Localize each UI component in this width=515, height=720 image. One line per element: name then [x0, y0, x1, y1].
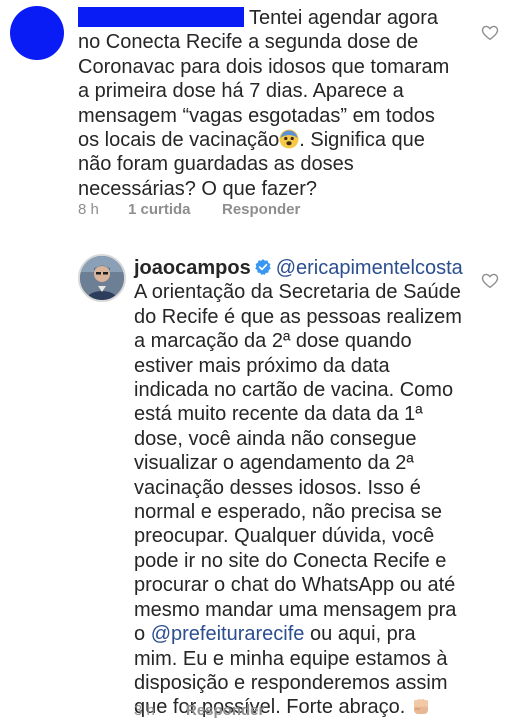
comment-meta: 3 h Responder: [134, 702, 264, 719]
heart-outline-icon[interactable]: [481, 24, 499, 42]
redacted-username[interactable]: [78, 7, 244, 27]
heart-outline-icon[interactable]: [481, 272, 499, 290]
mention-link[interactable]: @ericapimentelcosta: [276, 257, 463, 279]
comment-text-part-1: A orientação da Secretaria de Saúde do R…: [134, 281, 462, 646]
profile-photo-icon: [80, 256, 124, 300]
comment-time: 8 h: [78, 201, 99, 218]
username-link[interactable]: joaocampos: [134, 257, 251, 279]
user-avatar[interactable]: [10, 6, 64, 60]
likes-count-link[interactable]: 1 curtida: [128, 201, 222, 218]
comment-meta: 8 h 1 curtida Responder: [78, 201, 300, 218]
comment-body: Tentei agendar agora no Conecta Recife a…: [78, 6, 458, 201]
comment-body: joaocampos @ericapimentelcosta A orienta…: [134, 256, 464, 720]
reply-button[interactable]: Responder: [222, 201, 300, 218]
comment-time: 3 h: [134, 702, 155, 719]
reply-button[interactable]: Responder: [186, 702, 264, 719]
raised-fist-emoji-icon: [413, 699, 428, 715]
mention-link-prefeitura[interactable]: @prefeiturarecife: [151, 623, 305, 645]
fearful-face-emoji-icon: [279, 129, 299, 149]
profile-photo-avatar[interactable]: [78, 254, 126, 302]
verified-badge-icon: [254, 259, 271, 275]
